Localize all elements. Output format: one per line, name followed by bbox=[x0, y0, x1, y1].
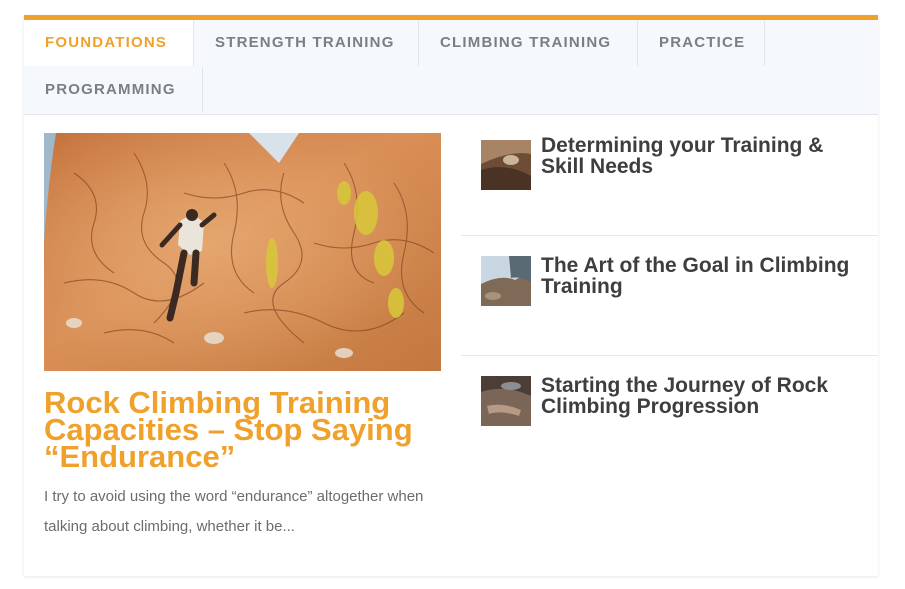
tab-climbing-training[interactable]: CLIMBING TRAINING bbox=[419, 20, 638, 66]
side-post-item[interactable]: The Art of the Goal in Climbing Training bbox=[461, 235, 878, 355]
category-tab-bar: FOUNDATIONS STRENGTH TRAINING CLIMBING T… bbox=[24, 20, 878, 115]
posts-widget: FOUNDATIONS STRENGTH TRAINING CLIMBING T… bbox=[24, 15, 878, 576]
side-post-title[interactable]: Determining your Training & Skill Needs bbox=[541, 135, 861, 177]
featured-post-title[interactable]: Rock Climbing Training Capacities – Stop… bbox=[44, 387, 444, 472]
tab-practice[interactable]: PRACTICE bbox=[638, 20, 765, 66]
side-post-thumbnail[interactable] bbox=[481, 256, 531, 306]
side-post-thumbnail[interactable] bbox=[481, 140, 531, 190]
side-post-item[interactable]: Determining your Training & Skill Needs bbox=[461, 115, 878, 235]
featured-post-image[interactable] bbox=[44, 133, 441, 371]
tab-strength-training[interactable]: STRENGTH TRAINING bbox=[194, 20, 419, 66]
side-post-thumbnail[interactable] bbox=[481, 376, 531, 426]
side-post-title[interactable]: Starting the Journey of Rock Climbing Pr… bbox=[541, 375, 861, 417]
side-post-title[interactable]: The Art of the Goal in Climbing Training bbox=[541, 255, 861, 297]
tab-programming[interactable]: PROGRAMMING bbox=[24, 67, 203, 113]
tab-foundations[interactable]: FOUNDATIONS bbox=[24, 20, 194, 66]
featured-post-excerpt: I try to avoid using the word “endurance… bbox=[44, 488, 424, 535]
side-post-item[interactable]: Starting the Journey of Rock Climbing Pr… bbox=[461, 355, 878, 475]
